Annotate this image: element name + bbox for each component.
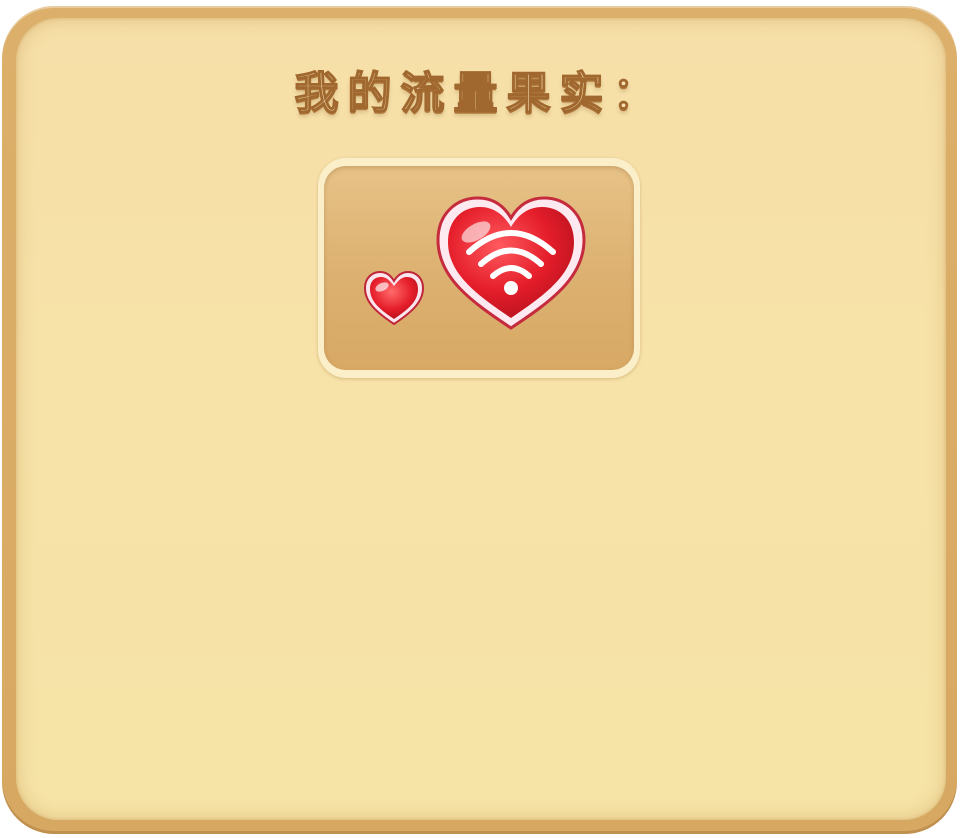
fruit-panel-screen: 我的流量果实： (0, 0, 960, 838)
panel-title: 我的流量果实： (294, 67, 666, 120)
wifi-heart-icon (434, 192, 588, 332)
small-heart-icon (362, 268, 426, 328)
panel-frame (2, 6, 957, 834)
panel-parchment (16, 18, 946, 820)
